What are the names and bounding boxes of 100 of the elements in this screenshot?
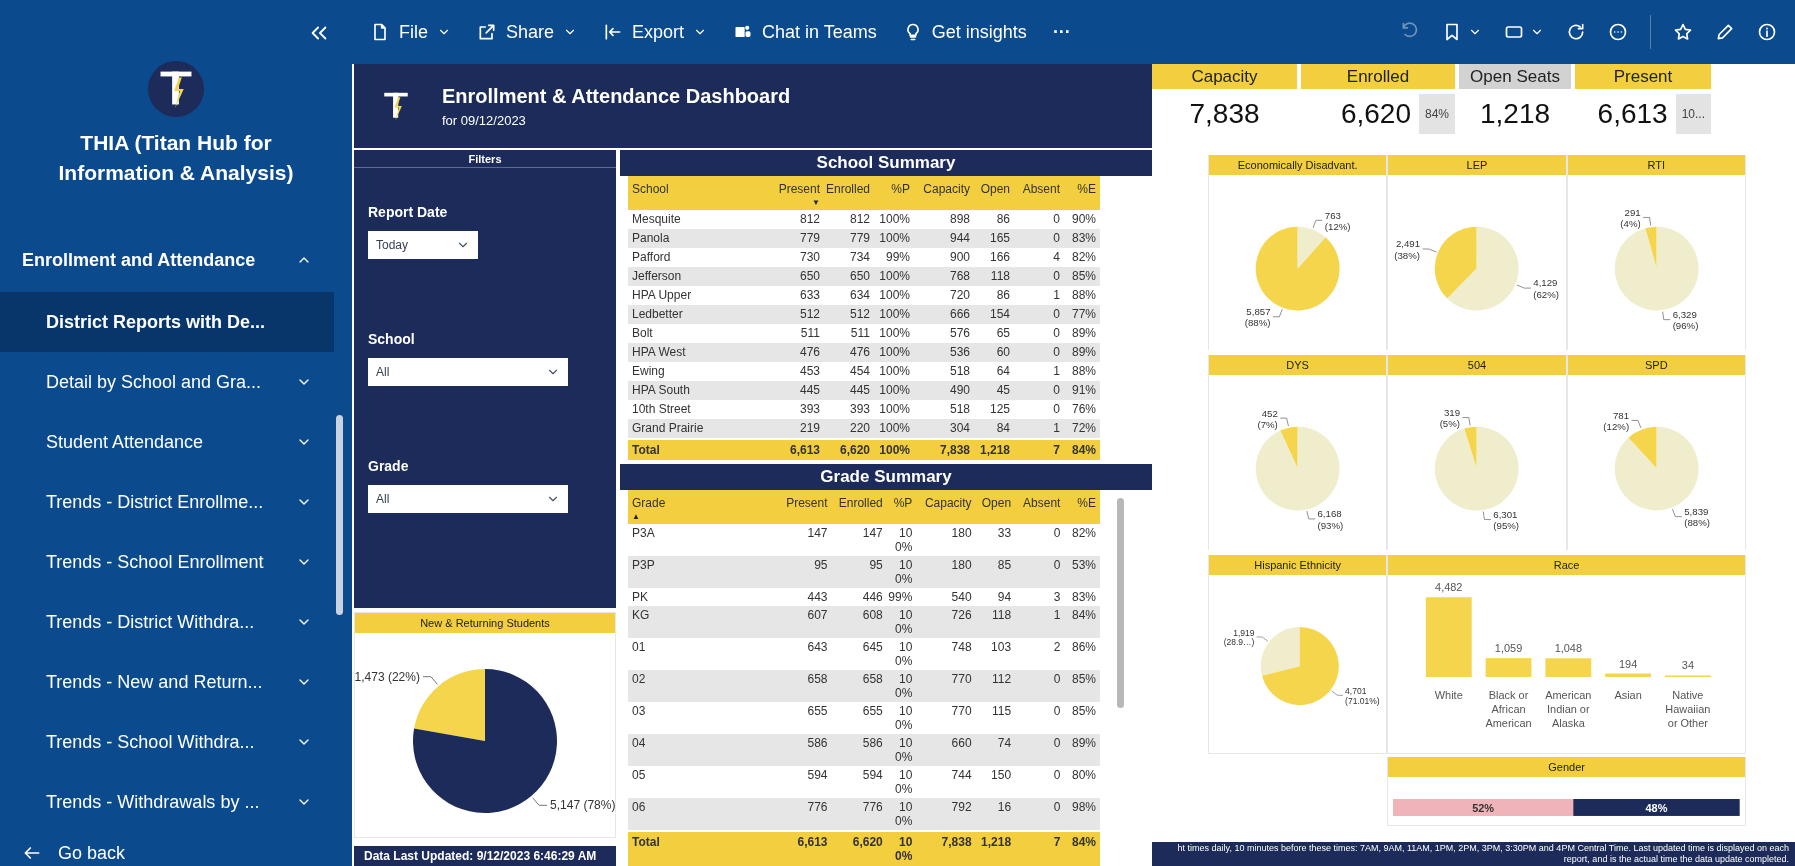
data-label: 1,048 <box>1554 642 1583 655</box>
toolbar-button[interactable]: Get insights <box>902 18 1027 46</box>
table-cell-text: 7,838 <box>938 442 970 459</box>
nav-section[interactable]: Enrollment and Attendance <box>0 238 352 282</box>
table-cell-text: 100% <box>894 526 913 554</box>
column-header[interactable]: Capacity <box>923 180 970 198</box>
table-cell-text: P3P <box>631 558 656 574</box>
toolbar-button[interactable] <box>1715 22 1735 42</box>
toolbar-button[interactable]: Chat in Teams <box>733 18 877 46</box>
table-cell-text: 607 <box>806 608 828 624</box>
table-cell-text: 165 <box>988 230 1010 247</box>
axis-label: White <box>1435 688 1464 701</box>
table-cell-text: 0 <box>1052 230 1060 247</box>
refresh-icon <box>1566 22 1586 42</box>
table-cell-text: 476 <box>798 344 820 361</box>
toolbar-button[interactable] <box>1757 22 1777 42</box>
axis-label: Asian <box>1614 688 1643 701</box>
nav-item[interactable]: Trends - School Withdra... <box>0 712 334 772</box>
column-header[interactable]: Enrolled <box>825 180 870 198</box>
table-title: Grade Summary <box>620 464 1152 490</box>
bar <box>1485 658 1532 677</box>
chart-title: SPD <box>1567 355 1745 375</box>
table-cell-text: 84% <box>1070 442 1097 459</box>
table-cell-text: Bolt <box>631 325 654 342</box>
table-cell-text: 7,838 <box>940 835 972 851</box>
dropdown[interactable]: All <box>368 485 568 513</box>
table-cell-text: 100% <box>878 363 910 380</box>
column-header[interactable]: Absent <box>1023 494 1061 512</box>
table-cell-text: 219 <box>798 420 820 437</box>
table-cell-text: 94 <box>996 590 1012 604</box>
kpi-value: 6,620 <box>1340 97 1411 131</box>
nav-item[interactable]: District Reports with De... <box>0 292 334 352</box>
table-cell-text: 100% <box>878 442 910 459</box>
dropdown[interactable]: All <box>368 358 568 386</box>
dropdown[interactable]: Today <box>368 231 478 259</box>
toolbar-button[interactable] <box>1566 22 1586 42</box>
footer-note: ht times daily, 10 minutes before these times: 7AM, 9AM, 11AM, 1PM, 2PM, 3PM, 3:30PM and 4PM Central Time. Last updated time is displayed on each report, and is the actual time the data update completed. <box>1176 843 1789 865</box>
leader-line <box>1331 690 1344 696</box>
column-header[interactable]: %P <box>891 180 910 198</box>
more-button[interactable]: ··· <box>1052 18 1071 46</box>
table-cell-text: 118 <box>989 268 1010 285</box>
column-header[interactable]: %P <box>893 494 913 512</box>
table-cell-text: 98% <box>1070 800 1097 816</box>
table-cell-text: 147 <box>861 526 883 542</box>
table-cell-text: 650 <box>848 268 870 285</box>
nav-item[interactable]: Trends - School Enrollment <box>0 532 334 592</box>
table-cell-text: 608 <box>861 608 883 624</box>
table-cell-text: 512 <box>848 306 870 323</box>
scrollbar[interactable] <box>336 415 343 615</box>
info-icon <box>1757 22 1777 42</box>
table-cell-text: 770 <box>950 704 972 720</box>
sort-indicator[interactable]: ▲ <box>632 512 640 521</box>
toolbar-button[interactable] <box>1673 22 1693 42</box>
leader-line <box>1642 217 1651 226</box>
table-cell-text: 454 <box>848 363 870 380</box>
column-header[interactable]: Absent <box>1022 180 1060 198</box>
nav-item[interactable]: Trends - New and Return... <box>0 652 334 712</box>
table-cell-text: 100% <box>894 736 913 764</box>
table-cell-text: 99% <box>884 249 910 266</box>
table-cell-text: 85% <box>1070 704 1097 720</box>
column-header[interactable]: School <box>632 180 669 198</box>
table-cell-text: 634 <box>848 287 870 304</box>
table-cell-text: 666 <box>948 306 970 323</box>
column-header[interactable]: %E <box>1077 494 1096 512</box>
table-cell-text: 768 <box>948 268 970 285</box>
table-cell-text: 944 <box>948 230 970 247</box>
column-header[interactable]: Capacity <box>924 494 972 512</box>
chat-bubble-icon <box>1608 22 1628 42</box>
report-title: Enrollment & Attendance Dashboard <box>442 84 791 110</box>
nav-item[interactable]: Trends - District Withdra... <box>0 592 334 652</box>
column-header[interactable]: Present <box>786 494 828 512</box>
nav-item[interactable]: Detail by School and Gra... <box>0 352 334 412</box>
column-header[interactable]: Grade <box>632 494 666 512</box>
toolbar-button[interactable]: Export <box>603 18 708 46</box>
column-header[interactable]: Open <box>981 494 1012 512</box>
scrollbar[interactable] <box>1116 498 1124 708</box>
column-header[interactable]: Present <box>778 180 820 198</box>
table-cell-text: 0 <box>1052 800 1061 816</box>
toolbar-button[interactable] <box>1608 22 1628 42</box>
last-updated-text: Data Last Updated: 9/12/2023 6:46:29 AM <box>354 846 616 866</box>
table-cell-text: 86% <box>1070 640 1097 656</box>
nav-item[interactable]: Trends - Withdrawals by ... <box>0 772 334 832</box>
column-header[interactable]: Enrolled <box>838 494 883 512</box>
toolbar-button[interactable]: File <box>370 18 451 46</box>
table-cell-text: 100% <box>894 800 913 828</box>
table-cell-text: 776 <box>861 800 883 816</box>
column-header[interactable]: %E <box>1077 180 1096 198</box>
table-cell-text: 0 <box>1052 268 1060 285</box>
table-cell-text: 100% <box>894 640 913 668</box>
toolbar-button[interactable]: Share <box>477 18 578 46</box>
nav-item[interactable]: Trends - District Enrollme... <box>0 472 334 532</box>
sort-indicator[interactable]: ▼ <box>812 198 820 207</box>
nav-item[interactable]: Student Attendance <box>0 412 334 472</box>
table-cell-text: 04 <box>631 736 647 752</box>
column-header[interactable]: Open <box>980 180 1010 198</box>
data-label: 319 (5%) <box>1439 406 1461 430</box>
table-cell-text: 89% <box>1070 344 1097 361</box>
data-label: 2,491 (38%) <box>1394 238 1421 261</box>
go-back-link[interactable]: Go back <box>22 840 126 866</box>
table-cell-text: 0 <box>1052 704 1061 720</box>
